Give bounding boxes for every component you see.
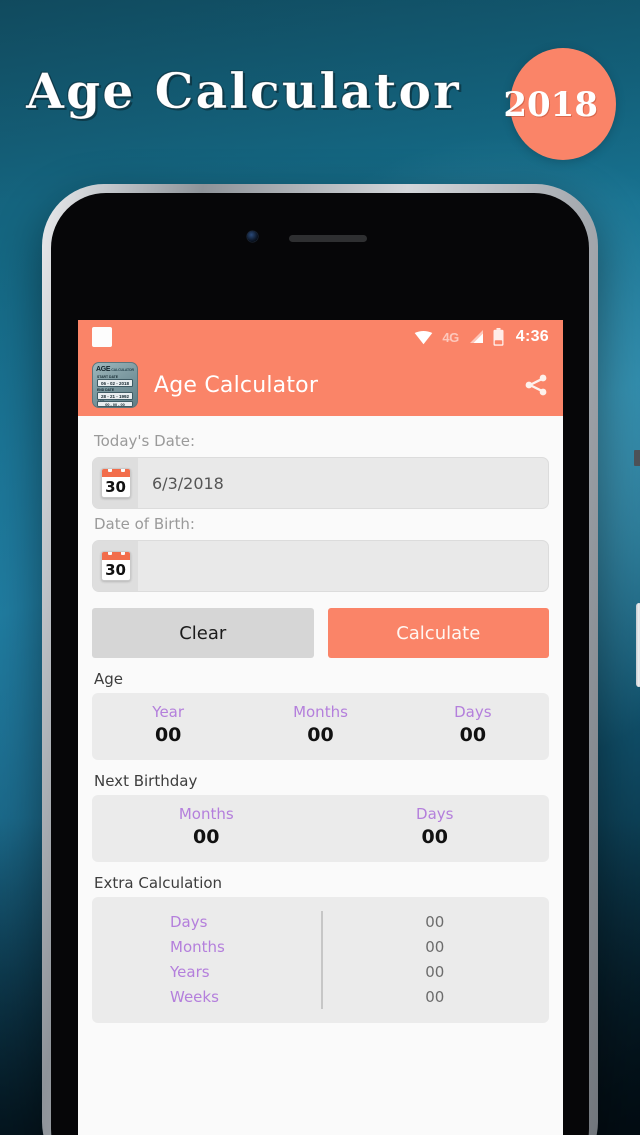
- extra-weeks-label: Weeks: [170, 987, 219, 1006]
- app-logo-icon: AGECALCULATOR START DATE 06 - 02 - 2018 …: [92, 362, 138, 408]
- extra-calculation-card: Days 00 Months 00 Years 00 Weeks 00: [92, 897, 549, 1023]
- next-birthday-column-days: Days 00: [321, 805, 550, 848]
- banner-year: 2018: [503, 85, 598, 125]
- extra-months-label: Months: [170, 937, 225, 956]
- calendar-icon-ring-right: [120, 469, 125, 472]
- next-birthday-days-value: 00: [421, 826, 448, 848]
- notification-square-icon: [92, 327, 112, 347]
- banner: Age Calculator 2018: [0, 38, 640, 160]
- app-logo-row2: 28 - 21 - 1992: [97, 392, 133, 400]
- earpiece-speaker-icon: [289, 235, 367, 242]
- next-birthday-columns: Months 00 Days 00: [92, 805, 549, 848]
- calendar-icon-header: [101, 469, 130, 477]
- calendar-icon: 30: [100, 468, 131, 498]
- wifi-icon: [415, 330, 433, 344]
- dob-calendar-button[interactable]: 30: [93, 541, 138, 591]
- today-calendar-button[interactable]: 30: [93, 458, 138, 508]
- action-button-row: Clear Calculate: [92, 608, 549, 658]
- age-card: Year 00 Months 00 Days 00: [92, 693, 549, 760]
- extra-years-label: Years: [170, 962, 210, 981]
- today-date-field[interactable]: 30 6/3/2018: [92, 457, 549, 509]
- app-logo-row1: 06 - 02 - 2018: [97, 379, 133, 387]
- calendar-icon-ring-left: [107, 469, 112, 472]
- next-birthday-months-value: 00: [193, 826, 220, 848]
- calendar-icon-header: [101, 552, 130, 560]
- calendar-icon-ring-left: [107, 552, 112, 555]
- age-section-label: Age: [94, 670, 124, 688]
- next-birthday-column-months: Months 00: [92, 805, 321, 848]
- next-birthday-section-label: Next Birthday: [94, 772, 198, 790]
- calendar-icon: 30: [100, 551, 131, 581]
- extra-weeks-value: 00: [425, 987, 445, 1006]
- clock-label: 4:36: [515, 328, 549, 345]
- extra-months-value: 00: [425, 937, 445, 956]
- phone-screen: 4G 4:36 AGECALCULATOR START DATE 06 - 02…: [78, 320, 563, 1135]
- calendar-icon-day: 30: [105, 561, 126, 579]
- dob-label: Date of Birth:: [94, 515, 195, 533]
- age-column-months: Months 00: [244, 703, 396, 746]
- page-title: Age Calculator: [154, 372, 319, 398]
- app-logo-row3: 00 - 00 - 00: [97, 401, 133, 407]
- extra-years-value: 00: [425, 962, 445, 981]
- age-column-days: Days 00: [397, 703, 549, 746]
- extra-days-label: Days: [170, 912, 208, 931]
- extra-calculation-section-label: Extra Calculation: [94, 874, 223, 892]
- next-birthday-card: Months 00 Days 00: [92, 795, 549, 862]
- app-logo-title-text: AGE: [96, 366, 111, 373]
- age-months-label: Months: [293, 703, 348, 721]
- app-bar: AGECALCULATOR START DATE 06 - 02 - 2018 …: [78, 354, 563, 416]
- age-columns: Year 00 Months 00 Days 00: [92, 703, 549, 746]
- extra-calculation-divider: [320, 911, 323, 1009]
- antenna-band-right: [634, 450, 640, 466]
- front-camera-icon: [247, 231, 258, 242]
- app-logo-subtitle-text: CALCULATOR: [111, 368, 134, 372]
- battery-icon: [493, 328, 504, 346]
- status-bar: 4G 4:36: [78, 320, 563, 354]
- main-content: Today's Date: 30 6/3/2018 Date of Birth:: [78, 416, 563, 1135]
- app-logo-title: AGECALCULATOR: [96, 365, 134, 375]
- clear-button[interactable]: Clear: [92, 608, 314, 658]
- age-days-value: 00: [459, 724, 487, 746]
- share-icon[interactable]: [523, 372, 549, 398]
- today-date-label: Today's Date:: [94, 432, 195, 450]
- signal-bars-icon: [469, 330, 483, 343]
- power-button[interactable]: [636, 603, 640, 687]
- banner-title: Age Calculator: [26, 62, 461, 121]
- next-birthday-months-label: Months: [178, 805, 234, 823]
- extra-days-value: 00: [425, 912, 445, 931]
- calculate-button[interactable]: Calculate: [327, 608, 549, 658]
- age-year-value: 00: [154, 724, 182, 746]
- calendar-icon-day: 30: [105, 478, 126, 496]
- today-date-value: 6/3/2018: [152, 473, 224, 493]
- calendar-icon-ring-right: [120, 552, 125, 555]
- age-days-label: Days: [454, 703, 492, 721]
- age-year-label: Year: [152, 703, 185, 721]
- age-column-year: Year 00: [92, 703, 244, 746]
- age-months-value: 00: [307, 724, 334, 746]
- next-birthday-days-label: Days: [416, 805, 454, 823]
- status-bar-icons: 4G 4:36: [414, 328, 549, 346]
- dob-field[interactable]: 30: [92, 540, 549, 592]
- network-type-label: 4G: [442, 329, 459, 345]
